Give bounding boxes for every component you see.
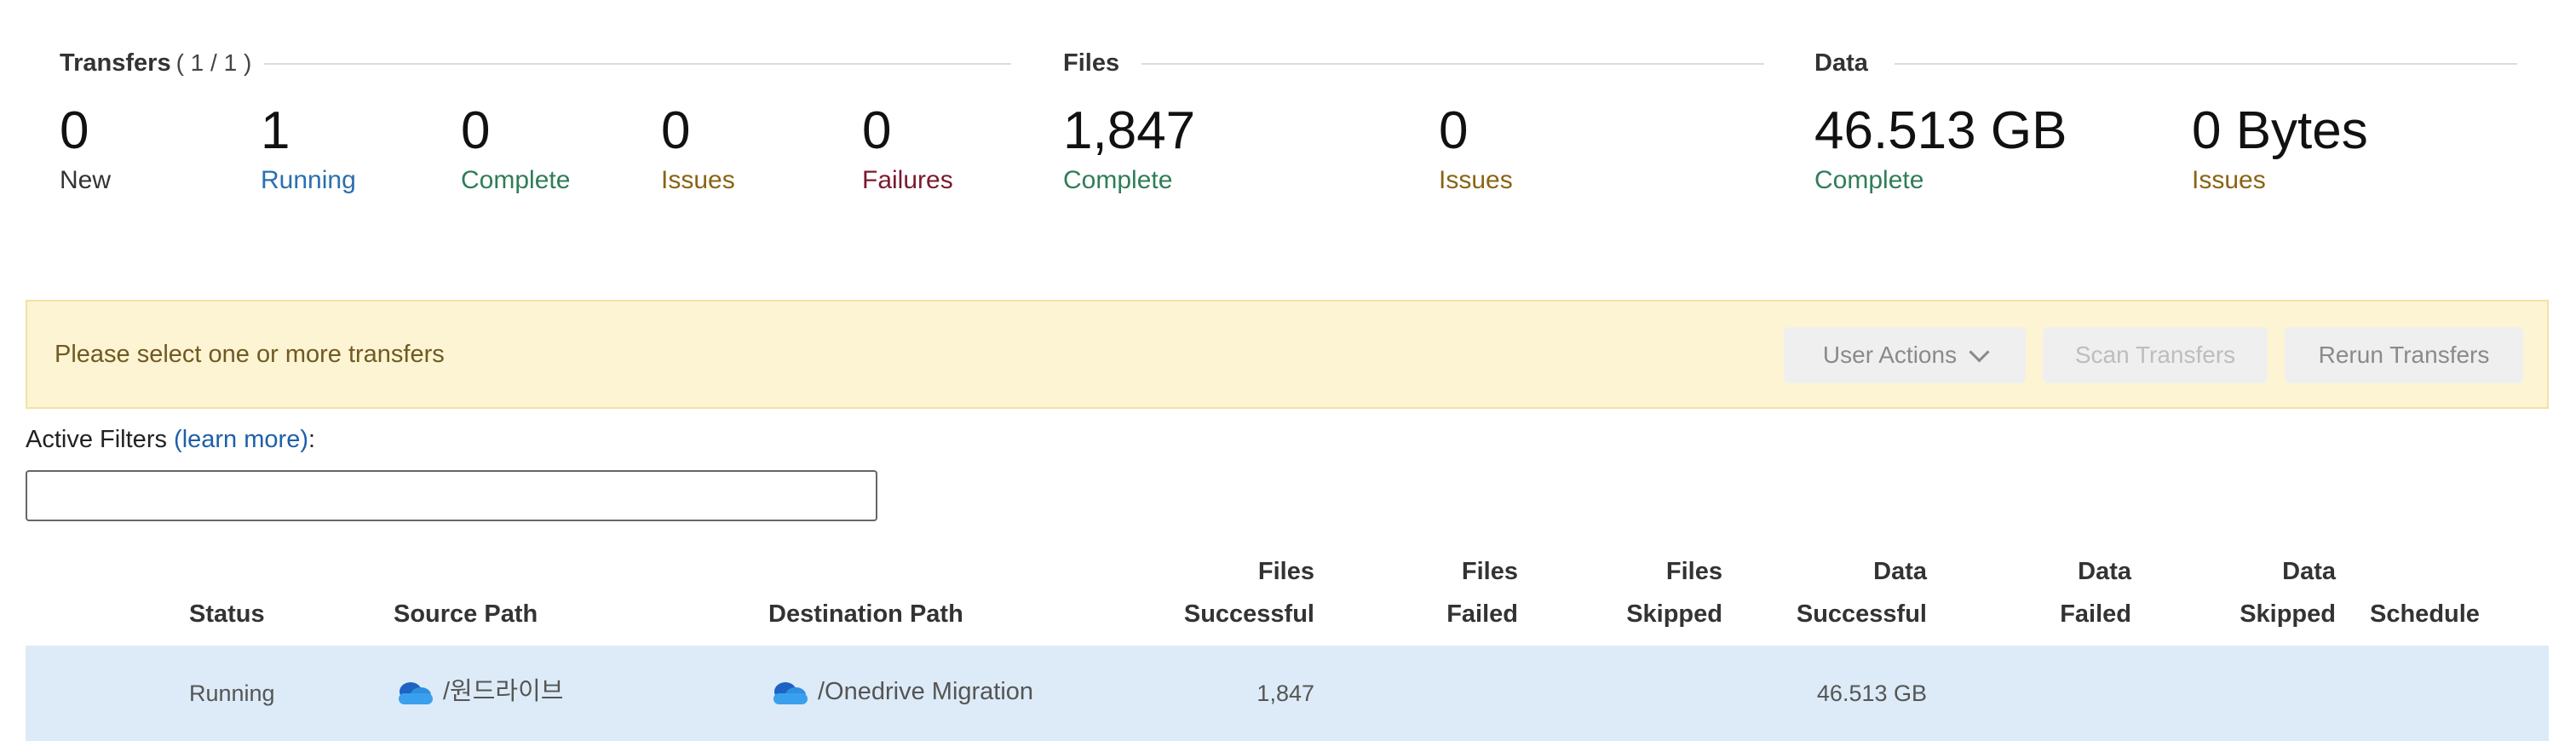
row-status: Running xyxy=(189,681,275,706)
table-row[interactable]: Running /원드라이브 /Onedrive Migration 1,847… xyxy=(26,646,2549,741)
col-files-successful-line1: Files xyxy=(1257,558,1314,585)
stat-files-issues: 0 Issues xyxy=(1439,101,1513,198)
selection-banner: Please select one or more transfers User… xyxy=(26,300,2549,409)
transfers-count: ( 1 / 1 ) xyxy=(175,49,252,76)
files-divider xyxy=(1141,63,1764,65)
active-filters-label: Active Filters (learn more): xyxy=(26,426,315,454)
col-files-failed[interactable]: Files Failed xyxy=(1348,550,1518,635)
col-data-failed[interactable]: Data Failed xyxy=(1961,550,2131,635)
stat-label: Issues xyxy=(2192,166,2266,194)
stat-files-complete: 1,847 Complete xyxy=(1063,101,1195,198)
col-data-successful-line1: Data xyxy=(1873,558,1927,585)
stat-value: 0 xyxy=(661,101,691,160)
col-data-skipped-line1: Data xyxy=(2282,558,2336,585)
stat-data-issues: 0 Bytes Issues xyxy=(2192,101,2368,198)
transfers-section-title: Transfers( 1 / 1 ) xyxy=(60,49,251,78)
stat-failures: 0 Failures xyxy=(862,101,953,198)
stat-label: Complete xyxy=(1063,166,1173,194)
onedrive-cloud-icon xyxy=(773,681,808,704)
col-files-successful[interactable]: Files Successful xyxy=(1107,550,1314,635)
col-data-successful-line2: Successful xyxy=(1796,600,1927,628)
stat-value: 1 xyxy=(261,101,290,160)
filters-label-text: Active Filters xyxy=(26,426,167,453)
col-files-successful-line2: Successful xyxy=(1183,600,1314,628)
col-status[interactable]: Status xyxy=(189,593,265,635)
stat-issues: 0 Issues xyxy=(661,101,735,198)
scan-transfers-button[interactable]: Scan Transfers xyxy=(2043,327,2268,383)
col-files-failed-line1: Files xyxy=(1461,558,1518,585)
user-actions-label: User Actions xyxy=(1822,342,1958,368)
col-data-skipped[interactable]: Data Skipped xyxy=(2165,550,2336,635)
row-files-successful: 1,847 xyxy=(1256,681,1314,706)
stat-label: Running xyxy=(261,166,356,194)
row-data-successful: 46.513 GB xyxy=(1816,681,1927,706)
stat-value: 1,847 xyxy=(1063,101,1196,160)
stat-running: 1 Running xyxy=(261,101,356,198)
rerun-transfers-button[interactable]: Rerun Transfers xyxy=(2285,327,2523,383)
col-data-failed-line2: Failed xyxy=(2060,600,2131,628)
stat-label: New xyxy=(60,166,112,194)
stat-label: Failures xyxy=(862,166,953,194)
col-files-skipped-line1: Files xyxy=(1665,558,1722,585)
onedrive-cloud-icon xyxy=(399,681,433,704)
data-section-title: Data xyxy=(1814,49,1868,77)
stat-value: 46.513 GB xyxy=(1814,101,2067,160)
col-data-failed-line1: Data xyxy=(2078,558,2131,585)
col-data-successful[interactable]: Data Successful xyxy=(1757,550,1927,635)
stat-new: 0 New xyxy=(60,101,111,198)
stat-label: Complete xyxy=(1814,166,1924,194)
stat-label: Issues xyxy=(661,166,735,194)
col-data-skipped-line2: Skipped xyxy=(2240,600,2336,628)
stat-value: 0 xyxy=(461,101,491,160)
col-files-failed-line2: Failed xyxy=(1446,600,1518,628)
data-divider xyxy=(1895,63,2517,65)
col-files-skipped[interactable]: Files Skipped xyxy=(1552,550,1722,635)
destination-path-text: /Onedrive Migration xyxy=(818,677,1034,705)
stat-label: Issues xyxy=(1439,166,1513,194)
stat-value: 0 xyxy=(862,101,892,160)
col-destination-path[interactable]: Destination Path xyxy=(768,593,963,635)
transfers-divider xyxy=(264,63,1011,65)
source-path-text: /원드라이브 xyxy=(443,677,564,705)
chevron-down-icon xyxy=(1969,341,1990,363)
learn-more-link[interactable]: (learn more) xyxy=(174,426,308,453)
filter-input[interactable] xyxy=(26,470,877,521)
stat-label: Complete xyxy=(461,166,571,194)
filters-label-suffix: : xyxy=(308,426,316,453)
row-source-path[interactable]: /원드라이브 xyxy=(394,673,563,709)
col-schedule[interactable]: Schedule xyxy=(2370,593,2480,635)
stat-complete: 0 Complete xyxy=(461,101,570,198)
stat-value: 0 Bytes xyxy=(2192,101,2368,160)
row-destination-path[interactable]: /Onedrive Migration xyxy=(768,673,1033,709)
col-source-path[interactable]: Source Path xyxy=(394,593,538,635)
user-actions-button[interactable]: User Actions xyxy=(1784,327,2026,383)
files-section-title: Files xyxy=(1063,49,1120,77)
transfers-title: Transfers xyxy=(60,49,171,77)
stat-data-complete: 46.513 GB Complete xyxy=(1814,101,2067,198)
col-files-skipped-line2: Skipped xyxy=(1626,600,1722,628)
banner-message: Please select one or more transfers xyxy=(55,341,445,368)
stat-value: 0 xyxy=(60,101,89,160)
stat-value: 0 xyxy=(1439,101,1469,160)
